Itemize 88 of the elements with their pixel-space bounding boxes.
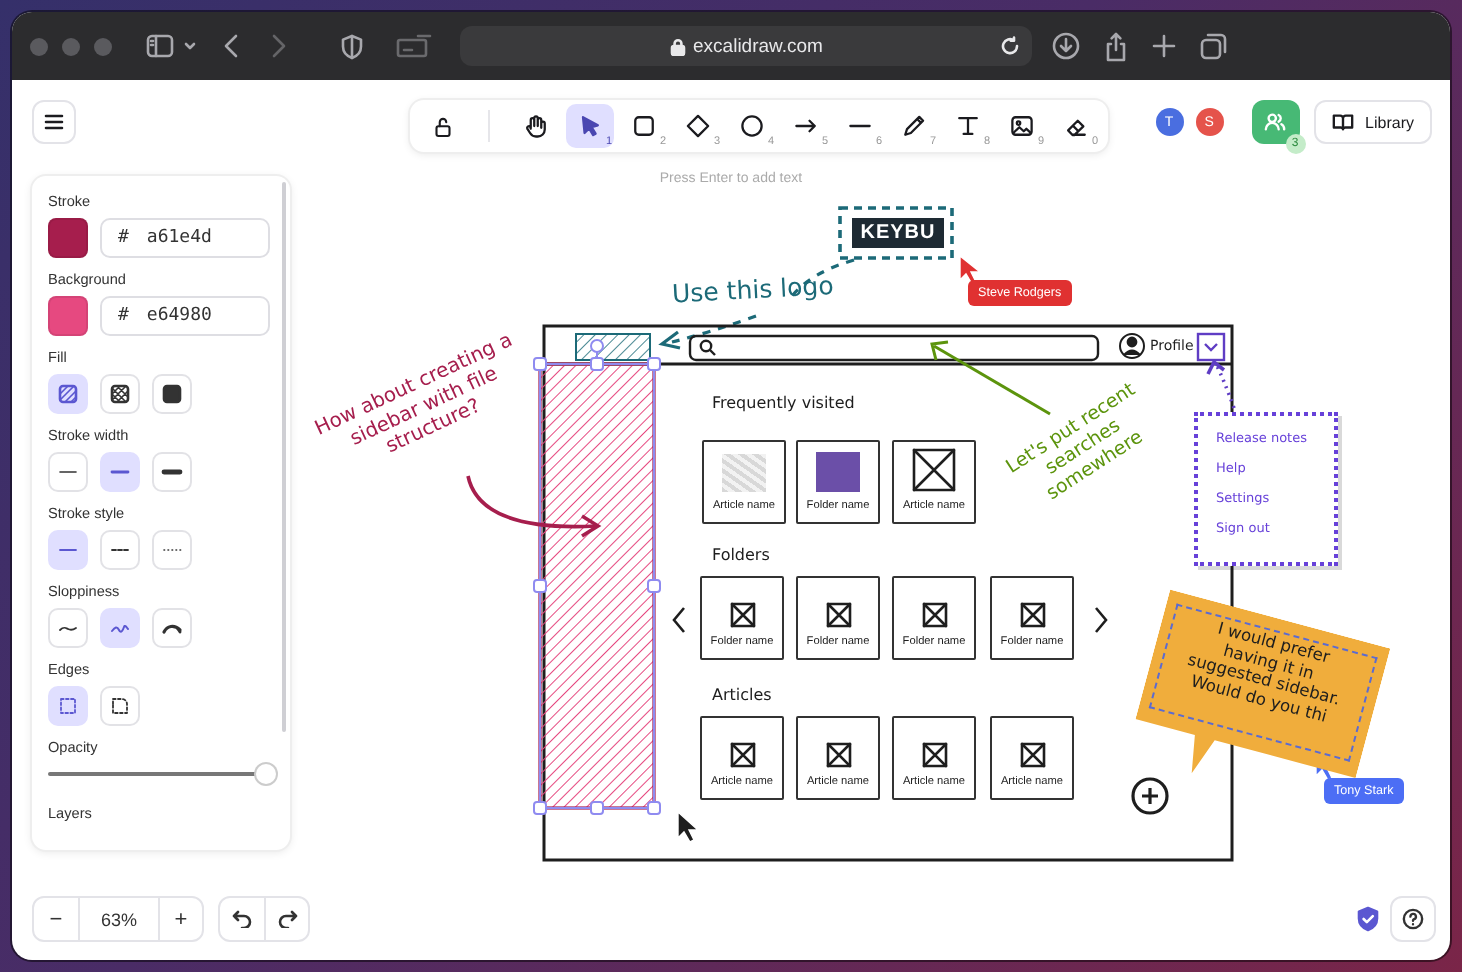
book-icon: [1331, 112, 1354, 132]
arrow: [930, 340, 1051, 416]
library-button[interactable]: Library: [1313, 100, 1432, 144]
image-placeholder-icon: [825, 742, 851, 768]
hachure-icon: [56, 382, 80, 406]
circle-icon: [738, 112, 766, 140]
plus-icon: [1152, 34, 1176, 58]
image-placeholder-icon: [921, 742, 947, 768]
url-text: excalidraw.com: [693, 35, 823, 57]
window-control-dot[interactable]: [30, 37, 48, 55]
curved-arrow: [466, 475, 602, 538]
pencil-icon: [900, 112, 928, 140]
image-icon: [1008, 112, 1036, 140]
cursor-icon: [959, 254, 982, 285]
option-button[interactable]: [100, 374, 140, 414]
shield-check-icon: [1356, 906, 1380, 932]
chevron-down-icon: [182, 38, 198, 54]
cross-hatch-icon: [108, 382, 132, 406]
zoom-reset-button[interactable]: 63%: [78, 898, 158, 940]
hex-input[interactable]: # a61e4d: [100, 218, 270, 258]
option-button[interactable]: [48, 686, 88, 726]
share-icon: [1104, 31, 1128, 61]
menu-button[interactable]: [32, 100, 76, 144]
padlock-icon: [429, 113, 455, 139]
window-control-dot[interactable]: [62, 37, 80, 55]
option-button[interactable]: [152, 452, 192, 492]
hamburger-icon: [44, 114, 64, 130]
back-icon: [222, 34, 242, 58]
logo: KEYBU: [852, 218, 944, 248]
pointer-icon: [576, 112, 604, 140]
image-placeholder-icon: [1019, 742, 1045, 768]
address-bar[interactable]: excalidraw.com: [460, 26, 1032, 66]
reload-icon: [1000, 36, 1020, 56]
download-icon: [1052, 32, 1080, 60]
help-icon: [1402, 908, 1424, 930]
slider-thumb[interactable]: [255, 764, 276, 784]
photo-placeholder: [722, 454, 766, 492]
color-swatch[interactable]: [48, 296, 88, 336]
diamond-icon: [684, 112, 712, 140]
cursor-icon: [677, 810, 700, 843]
image-placeholder-icon: [729, 742, 755, 768]
section-heading: Folders: [712, 546, 770, 564]
shield-icon: [340, 33, 364, 59]
section-heading: Frequently visited: [712, 394, 855, 412]
dashed-frame: [838, 206, 954, 260]
solid-icon: [160, 382, 184, 406]
help-button[interactable]: [1390, 896, 1436, 942]
dropdown-button[interactable]: [1196, 332, 1226, 362]
redo-icon: [277, 910, 297, 928]
people-icon: [1264, 112, 1287, 132]
sidebar-icon: [146, 34, 174, 58]
handwritten-note: Use this logo: [671, 271, 837, 310]
zoom-out-button[interactable]: −: [34, 898, 78, 940]
text-icon: [954, 112, 982, 140]
section-heading: Articles: [712, 686, 772, 704]
image-placeholder-icon: [825, 602, 851, 628]
forward-icon: [268, 34, 288, 58]
dotted-arrow: [1206, 359, 1236, 409]
image-placeholder-icon: [1019, 602, 1045, 628]
sharp-icon: [56, 694, 80, 718]
opacity-slider[interactable]: [48, 764, 272, 784]
scrollbar[interactable]: [282, 182, 286, 732]
option-button[interactable]: [48, 374, 88, 414]
tabs-icon: [1200, 32, 1228, 60]
square-icon: [630, 112, 658, 140]
photo-placeholder: [816, 452, 860, 492]
card-icon: [396, 34, 432, 58]
logo-placeholder: [575, 333, 651, 361]
option-button[interactable]: [152, 608, 192, 648]
image-placeholder-icon: [729, 602, 755, 628]
image-placeholder-icon: [921, 602, 947, 628]
hex-input[interactable]: # e64980: [100, 296, 270, 336]
lock-icon: [669, 37, 686, 55]
round-icon: [108, 694, 132, 718]
chevron-right-icon[interactable]: [1095, 607, 1108, 633]
undo-icon: [232, 910, 252, 928]
window-control-dot[interactable]: [94, 37, 112, 55]
hand-icon: [522, 112, 550, 140]
plus-circle-icon[interactable]: [1131, 777, 1169, 815]
option-button[interactable]: [100, 452, 140, 492]
image-placeholder-icon: [912, 448, 956, 492]
option-button[interactable]: [152, 374, 192, 414]
color-swatch[interactable]: [48, 218, 88, 258]
user-icon: [1119, 333, 1145, 359]
zoom-in-button[interactable]: +: [158, 898, 202, 940]
chevron-left-icon[interactable]: [672, 607, 685, 633]
search-icon: [699, 339, 716, 356]
option-button[interactable]: [100, 686, 140, 726]
